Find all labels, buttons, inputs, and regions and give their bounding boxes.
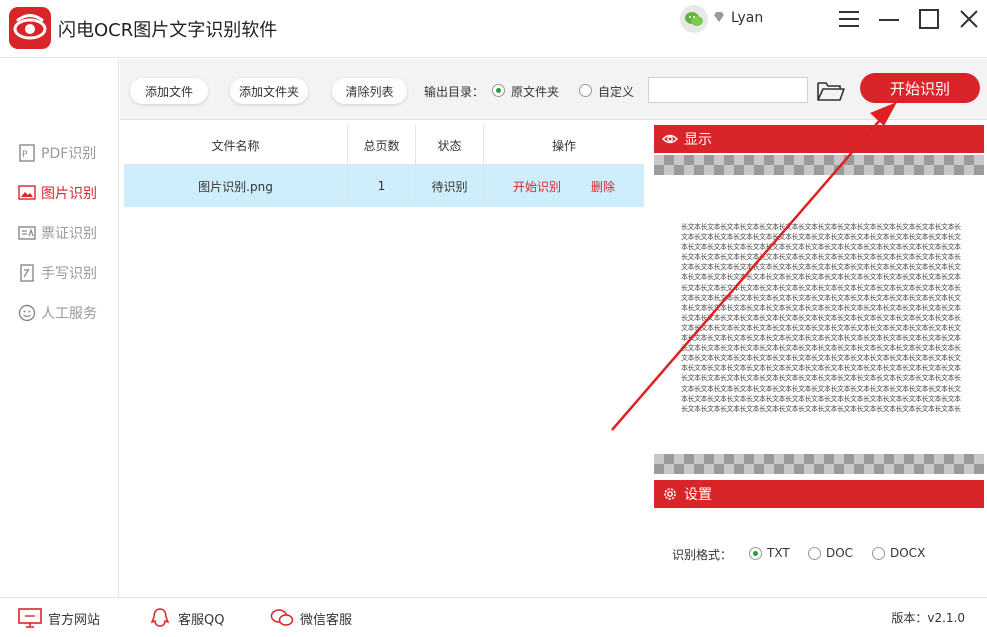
website-label: 官方网站 [48,612,101,628]
add-file-button[interactable]: 添加文件 [130,78,208,104]
row-start-link[interactable]: 开始识别 [513,178,561,195]
wechat-avatar-icon[interactable] [680,5,708,33]
wechat-icon [270,607,294,629]
settings-panel: 设置 识别格式： TXT DOC DOCX [654,480,984,597]
app-logo-icon [9,7,51,49]
smile-icon [18,304,36,322]
output-dir-label: 输出目录： [424,85,485,99]
qq-label: 客服QQ [178,612,225,628]
header-pages: 总页数 [348,125,416,165]
folder-open-icon[interactable] [816,79,846,103]
menu-icon[interactable] [836,6,862,32]
wechat-label: 微信客服 [300,612,353,628]
sidebar-item-service[interactable]: 人工服务 [18,301,97,325]
file-table: 文件名称 总页数 状态 操作 图片识别.png 1 待识别 开始识别 删除 [124,125,644,207]
version-text: 版本：v2.1.0 [891,611,965,625]
format-label: 识别格式： [672,548,733,562]
gear-icon [662,486,678,502]
radio-format-doc[interactable] [808,547,821,560]
header-file-name: 文件名称 [124,125,348,165]
settings-header: 设置 [654,480,984,508]
radio-format-txt-label[interactable]: TXT [767,546,790,560]
qq-penguin-icon [148,607,172,629]
handwriting-icon [18,264,36,282]
website-link[interactable]: 官方网站 [18,607,100,629]
sidebar-item-pdf[interactable]: P PDF识别 [18,141,96,165]
sidebar-item-label: 票证识别 [41,226,97,242]
id-card-icon [18,224,36,242]
sidebar-item-label: 手写识别 [41,266,97,282]
sidebar-item-label: PDF识别 [41,146,97,162]
radio-custom-folder[interactable] [579,84,592,97]
toolbar: 添加文件 添加文件夹 清除列表 输出目录： 原文件夹 自定义 开始识别 [120,59,987,120]
qq-link[interactable]: 客服QQ [148,607,224,629]
radio-custom-folder-label[interactable]: 自定义 [598,83,634,100]
title-bar: 闪电OCR图片文字识别软件 Lyan [0,0,987,58]
pdf-icon: P [18,144,36,162]
username[interactable]: Lyan [731,10,763,26]
row-delete-link[interactable]: 删除 [591,178,615,195]
settings-title: 设置 [684,487,712,503]
radio-original-folder[interactable] [492,84,505,97]
monitor-icon [18,607,42,629]
sidebar-item-handwriting[interactable]: 手写识别 [18,261,97,285]
minimize-icon[interactable] [876,6,902,32]
output-path-input[interactable] [648,77,808,103]
preview-image-text: 长文本长文本长文本长文本长文本长文本长文本长文本长文本长文本长文本长文本长文本长… [681,223,961,412]
eye-icon [662,131,678,147]
clear-list-button[interactable]: 清除列表 [332,78,407,104]
cell-pages: 1 [348,165,416,207]
header-actions: 操作 [551,138,576,153]
preview-checker-bottom [654,454,984,474]
cell-actions: 开始识别 删除 [484,165,644,207]
radio-format-doc-label[interactable]: DOC [826,546,853,560]
preview-panel: 显示 长文本长文本长文本长文本长文本长文本长文本长文本长文本长文本长文本长文本长… [654,125,984,475]
close-icon[interactable] [956,6,982,32]
radio-format-docx[interactable] [872,547,885,560]
table-row[interactable]: 图片识别.png 1 待识别 开始识别 删除 [124,165,644,207]
sidebar-item-label: 人工服务 [41,306,97,322]
sidebar-item-image[interactable]: 图片识别 [18,181,97,205]
sidebar-item-ticket[interactable]: 票证识别 [18,221,97,245]
app-title: 闪电OCR图片文字识别软件 [58,20,278,41]
wechat-link[interactable]: 微信客服 [270,607,352,629]
footer: 官方网站 客服QQ 微信客服 版本：v2.1.0 [0,597,987,637]
table-header: 文件名称 总页数 状态 操作 [124,125,644,165]
image-icon [18,184,36,202]
header-status: 状态 [416,125,484,165]
cell-file-name: 图片识别.png [124,165,348,207]
vip-diamond-icon [713,11,725,26]
sidebar: P PDF识别 图片识别 票证识别 手写识别 人工服务 [0,59,119,597]
radio-format-txt[interactable] [749,547,762,560]
sidebar-item-label: 图片识别 [41,186,97,202]
radio-original-folder-label[interactable]: 原文件夹 [511,83,559,100]
preview-title: 显示 [684,132,712,148]
radio-format-docx-label[interactable]: DOCX [890,546,925,560]
preview-header: 显示 [654,125,984,153]
start-recognition-button[interactable]: 开始识别 [860,73,980,103]
maximize-icon[interactable] [916,6,942,32]
add-folder-button[interactable]: 添加文件夹 [230,78,308,104]
cell-status: 待识别 [416,165,484,207]
preview-checker-top [654,155,984,175]
svg-text:P: P [22,150,28,160]
